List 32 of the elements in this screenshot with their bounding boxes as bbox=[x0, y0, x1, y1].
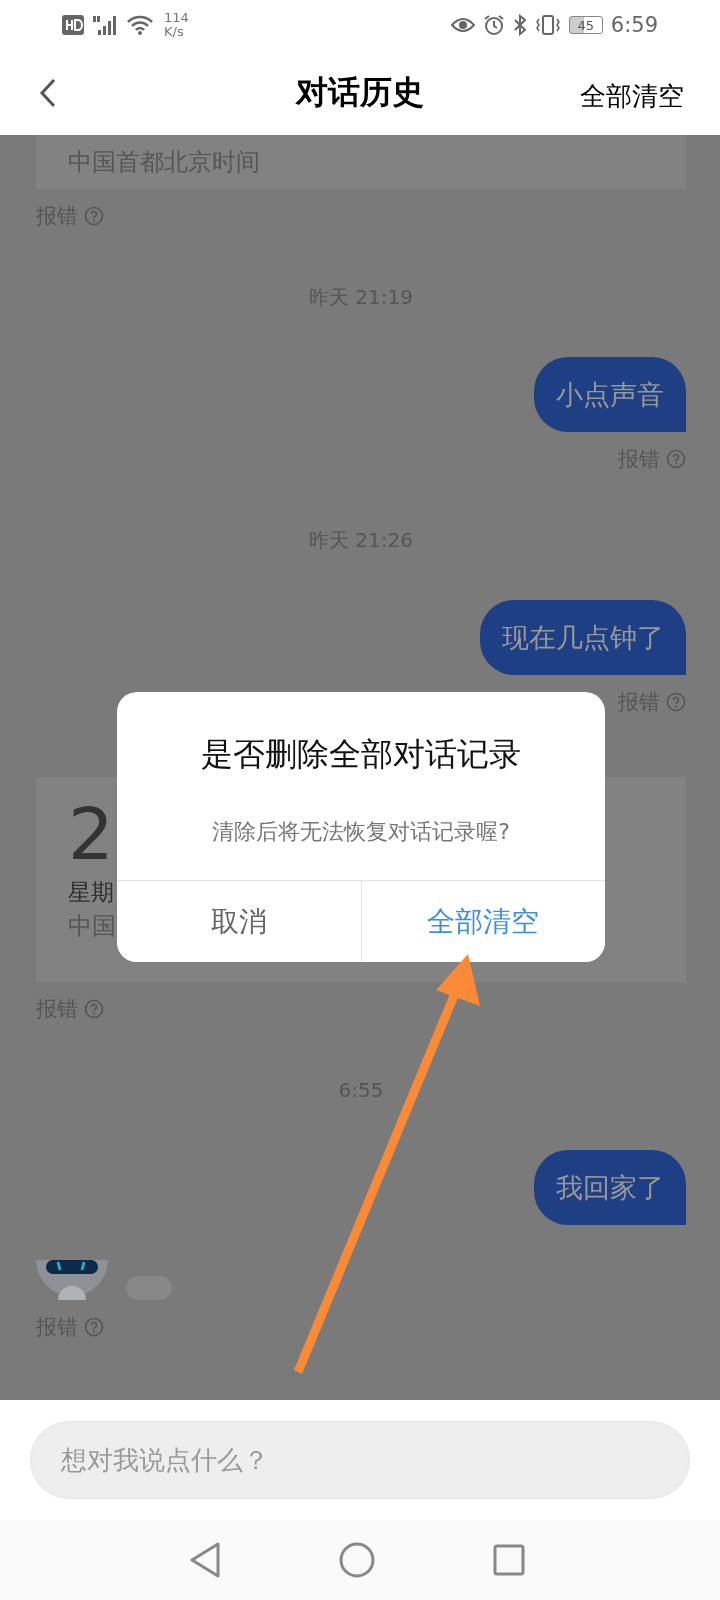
help-icon[interactable] bbox=[84, 999, 104, 1019]
robot-avatar-icon bbox=[36, 1260, 108, 1300]
message-bubble: 现在几点钟了 bbox=[480, 600, 686, 675]
help-icon[interactable] bbox=[84, 206, 104, 226]
recents-icon[interactable] bbox=[493, 1544, 525, 1576]
back-icon[interactable] bbox=[189, 1542, 221, 1578]
clear-all-button[interactable]: 全部清空 bbox=[360, 881, 605, 962]
home-icon[interactable] bbox=[339, 1542, 375, 1578]
network-speed: 114 bbox=[164, 11, 189, 25]
back-icon[interactable] bbox=[38, 77, 58, 109]
speed-unit: K/s bbox=[164, 25, 185, 39]
clear-all-button[interactable]: 全部清空 bbox=[580, 75, 684, 118]
battery-icon: 45 bbox=[568, 16, 603, 34]
message-bubble: 我回家了 bbox=[534, 1150, 686, 1225]
vibrate-icon bbox=[534, 14, 561, 36]
bluetooth-icon bbox=[512, 14, 527, 36]
dialog-message: 清除后将无法恢复对话记录喔? bbox=[211, 818, 511, 846]
alarm-icon bbox=[482, 14, 505, 36]
message-bubble: 小点声音 bbox=[534, 357, 686, 432]
message-input[interactable]: 想对我说点什么？ bbox=[30, 1421, 690, 1499]
signal-icon bbox=[92, 14, 118, 36]
help-icon[interactable] bbox=[84, 1317, 104, 1337]
wifi-icon bbox=[126, 14, 154, 36]
help-icon[interactable] bbox=[666, 692, 686, 712]
help-icon[interactable] bbox=[666, 449, 686, 469]
eye-icon bbox=[450, 17, 475, 33]
dialog-title: 是否删除全部对话记录 bbox=[200, 734, 522, 775]
card-number: 2 bbox=[68, 793, 114, 875]
page-title: 对话历史 bbox=[296, 71, 424, 113]
hd-icon bbox=[62, 15, 84, 35]
card-text: 星期 bbox=[68, 878, 114, 907]
clock-time: 6:59 bbox=[610, 13, 658, 37]
